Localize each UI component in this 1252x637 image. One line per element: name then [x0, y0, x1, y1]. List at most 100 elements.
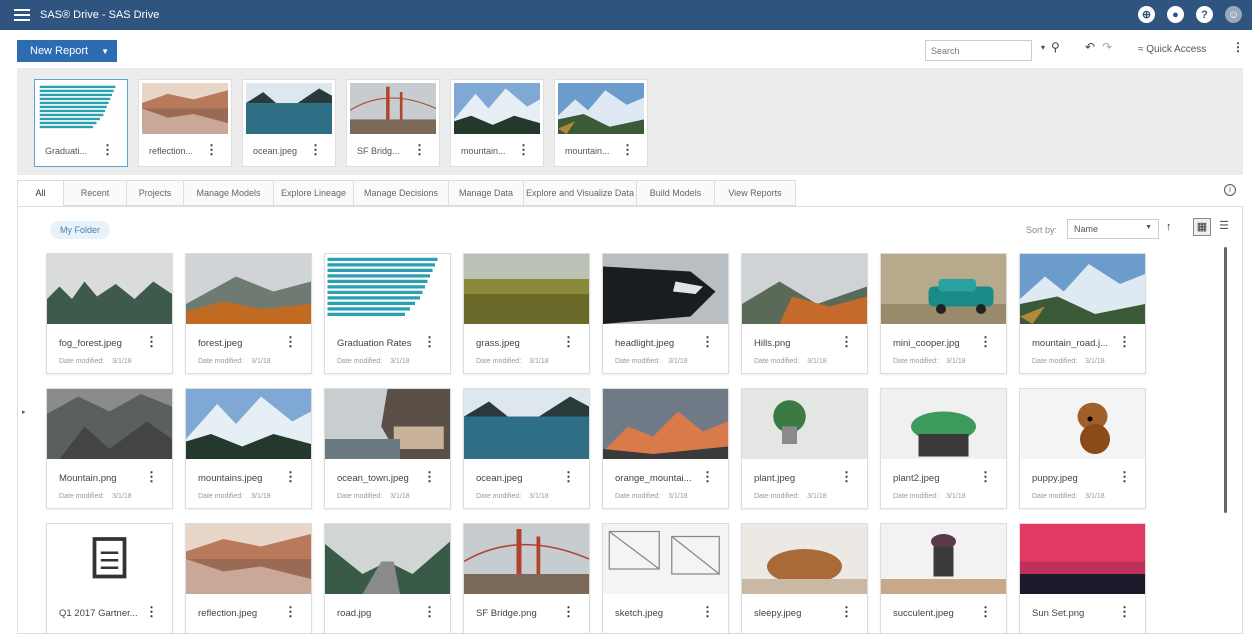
file-card[interactable]: road.jpg ⋮ — [324, 523, 451, 633]
sort-select[interactable]: Name ▼ — [1067, 219, 1159, 239]
file-card[interactable]: SF Bridge.png ⋮ — [463, 523, 590, 633]
tab-explore-lineage[interactable]: Explore Lineage — [273, 180, 353, 206]
more-options-icon[interactable]: ⋮ — [1118, 604, 1131, 620]
tab-explore-and-visualize-data[interactable]: Explore and Visualize Data — [523, 180, 636, 206]
tab-manage-data[interactable]: Manage Data — [448, 180, 523, 206]
more-options-icon[interactable]: ⋮ — [840, 469, 853, 485]
file-card[interactable]: mountain_road.j... ⋮ Date modified: 3/1/18 — [1019, 253, 1146, 374]
more-options-icon[interactable]: ⋮ — [101, 142, 114, 158]
date-modified-label: Date modified: — [337, 358, 383, 365]
sort-direction-icon[interactable]: ↑ — [1166, 221, 1172, 233]
expand-panel-icon[interactable]: ▸ — [22, 408, 26, 416]
file-card[interactable]: fog_forest.jpeg ⋮ Date modified: 3/1/18 — [46, 253, 173, 374]
breadcrumb[interactable]: My Folder — [50, 221, 111, 239]
more-options-icon[interactable]: ⋮ — [145, 334, 158, 350]
help-icon[interactable]: ? — [1196, 6, 1213, 23]
file-card[interactable]: plant.jpeg ⋮ Date modified: 3/1/18 — [741, 388, 868, 509]
file-card[interactable]: Sun Set.png ⋮ — [1019, 523, 1146, 633]
file-card[interactable]: grass.jpeg ⋮ Date modified: 3/1/18 — [463, 253, 590, 374]
more-options-icon[interactable]: ⋮ — [701, 469, 714, 485]
more-options-icon[interactable]: ⋮ — [423, 334, 436, 350]
notifications-icon[interactable]: ● — [1167, 6, 1184, 23]
tab-manage-models[interactable]: Manage Models — [183, 180, 273, 206]
more-options-icon[interactable]: ⋮ — [562, 334, 575, 350]
file-card[interactable]: reflection.jpeg ⋮ — [185, 523, 312, 633]
more-options-icon[interactable]: ⋮ — [621, 142, 634, 158]
more-options-icon[interactable]: ⋮ — [145, 469, 158, 485]
file-card[interactable]: ocean.jpeg ⋮ Date modified: 3/1/18 — [463, 388, 590, 509]
chevron-down-icon[interactable]: ▼ — [101, 47, 109, 56]
scrollbar[interactable] — [1224, 247, 1227, 513]
new-report-button[interactable]: New Report ▼ — [17, 40, 117, 62]
undo-icon[interactable]: ↶ — [1085, 40, 1095, 54]
date-modified-label: Date modified: — [754, 493, 800, 500]
quick-access-button[interactable]: ≈ Quick Access — [1138, 44, 1206, 55]
file-card[interactable]: Q1 2017 Gartner... ⋮ — [46, 523, 173, 633]
more-options-icon[interactable]: ⋮ — [1118, 334, 1131, 350]
tab-projects[interactable]: Projects — [126, 180, 183, 206]
list-view-icon[interactable]: ☰ — [1215, 218, 1233, 236]
file-card[interactable]: orange_mountai... ⋮ Date modified: 3/1/18 — [602, 388, 729, 509]
search-options-icon[interactable]: ▾ — [1041, 43, 1045, 52]
tab-all[interactable]: All — [17, 180, 63, 206]
file-card[interactable]: headlight.jpeg ⋮ Date modified: 3/1/18 — [602, 253, 729, 374]
menu-icon[interactable] — [14, 9, 30, 21]
thumbnail — [603, 389, 728, 459]
more-options-icon[interactable]: ⋮ — [979, 334, 992, 350]
file-card[interactable]: mountains.jpeg ⋮ Date modified: 3/1/18 — [185, 388, 312, 509]
recent-activity-icon[interactable]: ⊕ — [1138, 6, 1155, 23]
recent-item[interactable]: SF Bridg... ⋮ — [346, 79, 440, 167]
more-options-icon[interactable]: ⋮ — [423, 469, 436, 485]
redo-icon[interactable]: ↷ — [1102, 40, 1112, 54]
date-modified-value: 3/1/18 — [1085, 493, 1105, 500]
date-modified: Date modified: 3/1/18 — [198, 358, 271, 365]
tab-view-reports[interactable]: View Reports — [714, 180, 796, 206]
more-options-icon[interactable]: ⋮ — [701, 334, 714, 350]
tab-build-models[interactable]: Build Models — [636, 180, 714, 206]
more-options-icon[interactable]: ⋮ — [145, 604, 158, 620]
recent-item[interactable]: reflection... ⋮ — [138, 79, 232, 167]
file-card[interactable]: forest.jpeg ⋮ Date modified: 3/1/18 — [185, 253, 312, 374]
more-options-icon[interactable]: ⋮ — [413, 142, 426, 158]
more-options-icon[interactable]: ⋮ — [701, 604, 714, 620]
grid-view-icon[interactable]: ▦ — [1193, 218, 1211, 236]
recent-item[interactable]: Graduati... ⋮ — [34, 79, 128, 167]
recent-item[interactable]: ocean.jpeg ⋮ — [242, 79, 336, 167]
file-card[interactable]: Hills.png ⋮ Date modified: 3/1/18 — [741, 253, 868, 374]
file-card[interactable]: plant2.jpeg ⋮ Date modified: 3/1/18 — [880, 388, 1007, 509]
file-card[interactable]: Graduation Rates ⋮ Date modified: 3/1/18 — [324, 253, 451, 374]
more-options-icon[interactable]: ⋮ — [284, 469, 297, 485]
tab-recent[interactable]: Recent — [63, 180, 126, 206]
recent-item[interactable]: mountain... ⋮ — [450, 79, 544, 167]
more-options-icon[interactable]: ⋮ — [840, 604, 853, 620]
more-options-icon[interactable]: ⋮ — [517, 142, 530, 158]
more-options-icon[interactable]: ⋮ — [205, 142, 218, 158]
search-input[interactable] — [925, 40, 1032, 61]
recent-item[interactable]: mountain... ⋮ — [554, 79, 648, 167]
more-options-icon[interactable]: ⋮ — [979, 604, 992, 620]
more-options-icon[interactable]: ⋮ — [979, 469, 992, 485]
tab-manage-decisions[interactable]: Manage Decisions — [353, 180, 448, 206]
file-card[interactable]: sketch.jpeg ⋮ — [602, 523, 729, 633]
file-card[interactable]: mini_cooper.jpg ⋮ Date modified: 3/1/18 — [880, 253, 1007, 374]
search-icon[interactable]: ⚲ — [1051, 40, 1060, 54]
info-icon[interactable]: i — [1224, 184, 1236, 196]
thumbnail — [881, 524, 1006, 594]
more-options-icon[interactable]: ⋮ — [284, 604, 297, 620]
file-name: plant.jpeg — [754, 473, 796, 484]
file-card[interactable]: succulent.jpeg ⋮ — [880, 523, 1007, 633]
more-options-icon[interactable]: ⋮ — [562, 469, 575, 485]
more-options-icon[interactable]: ⋮ — [423, 604, 436, 620]
more-options-icon[interactable]: ⋮ — [840, 334, 853, 350]
file-card[interactable]: Mountain.png ⋮ Date modified: 3/1/18 — [46, 388, 173, 509]
avatar[interactable]: ☺ — [1225, 6, 1242, 23]
thumbnail — [246, 83, 332, 134]
file-card[interactable]: ocean_town.jpeg ⋮ Date modified: 3/1/18 — [324, 388, 451, 509]
more-options-icon[interactable]: ⋮ — [309, 142, 322, 158]
file-card[interactable]: sleepy.jpeg ⋮ — [741, 523, 868, 633]
file-card[interactable]: puppy.jpeg ⋮ Date modified: 3/1/18 — [1019, 388, 1146, 509]
more-options-icon[interactable]: ⋮ — [284, 334, 297, 350]
more-options-icon[interactable]: ⋮ — [1118, 469, 1131, 485]
more-options-icon[interactable]: ⋮ — [1232, 40, 1244, 54]
more-options-icon[interactable]: ⋮ — [562, 604, 575, 620]
